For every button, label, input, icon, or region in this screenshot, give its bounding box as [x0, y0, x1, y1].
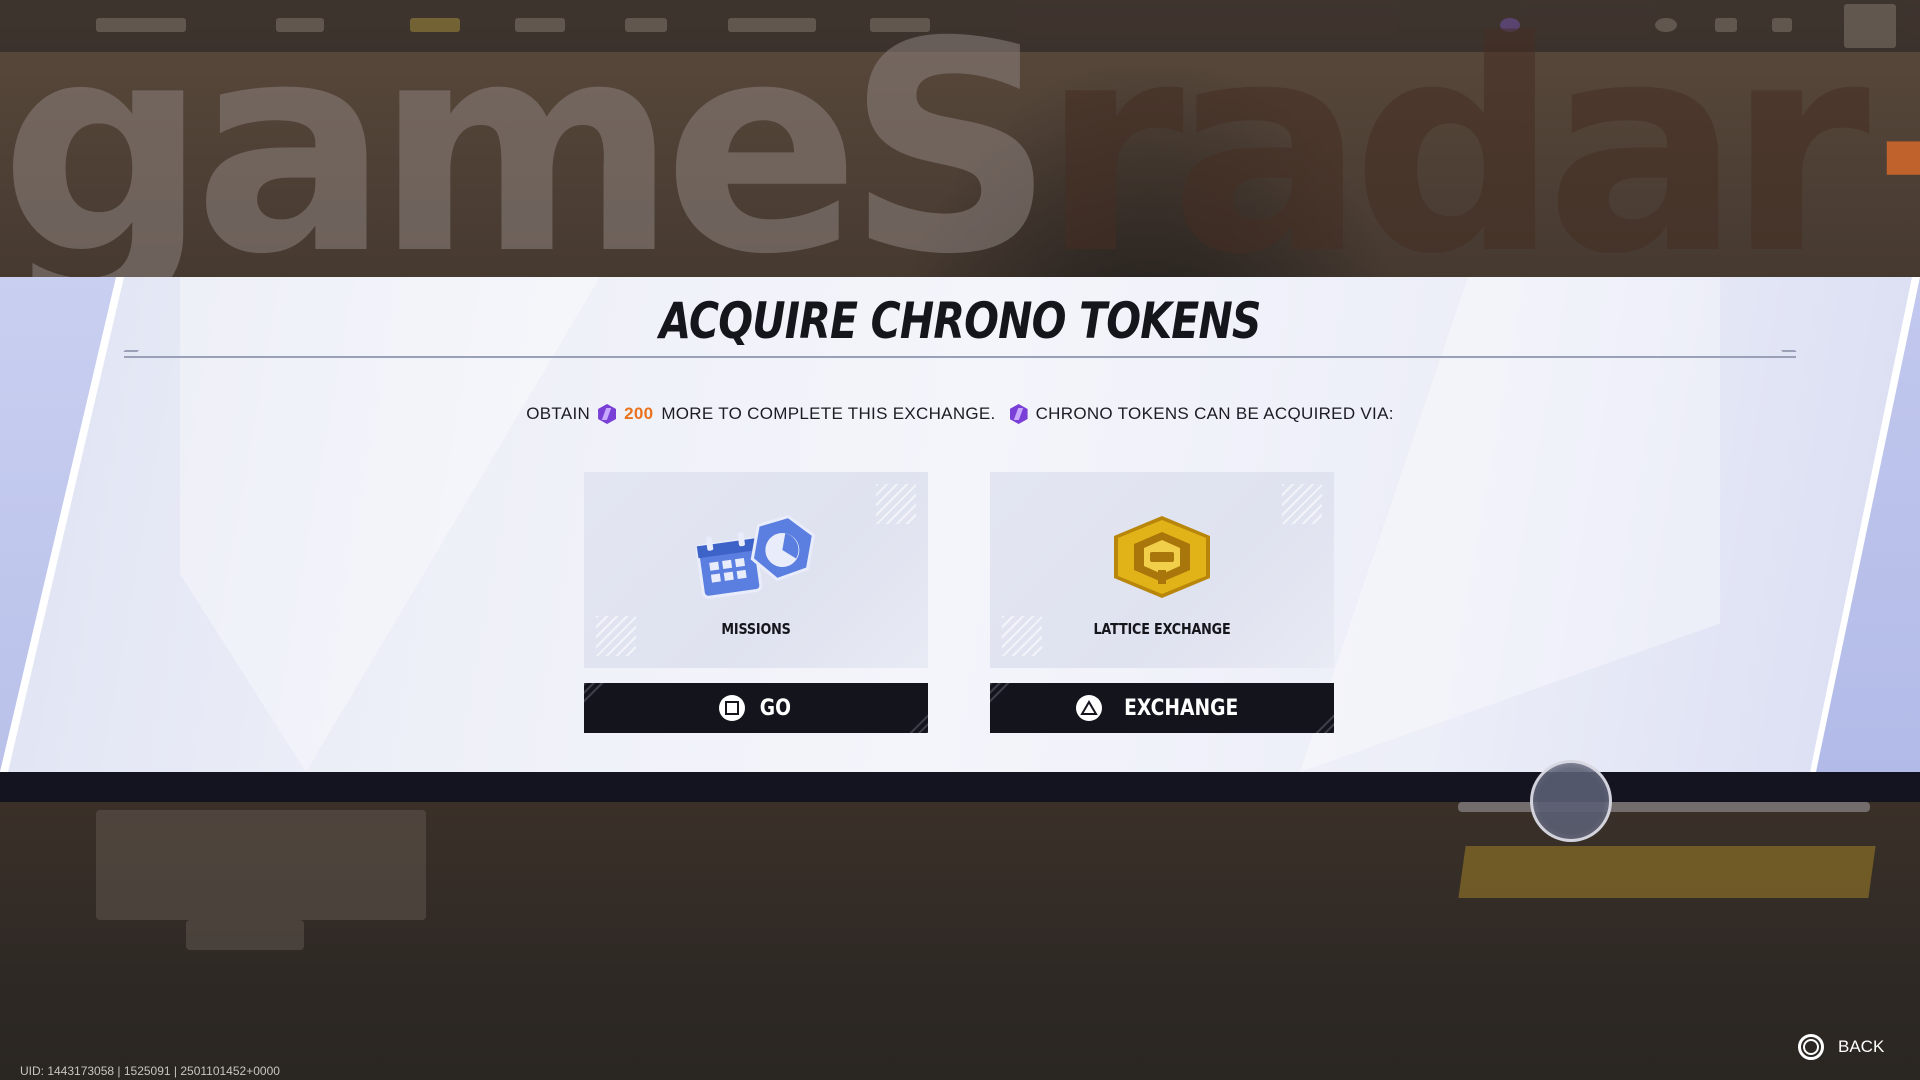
missions-label: MISSIONS [721, 620, 791, 638]
triangle-button-icon [1075, 695, 1102, 721]
circle-button-icon [1798, 1034, 1824, 1060]
exchange-button-label: EXCHANGE [1123, 695, 1239, 721]
square-button-icon [718, 695, 745, 721]
watermark-logo: gameSradar+ [0, 20, 1920, 280]
dialog-title: ACQUIRE CHRONO TOKENS [659, 292, 1261, 350]
missions-icon [695, 514, 816, 599]
cursor-ring [1530, 760, 1612, 842]
title-divider [124, 356, 1796, 358]
info-middle: MORE TO COMPLETE THIS EXCHANGE. [661, 404, 996, 423]
background-purchase-button [1458, 846, 1876, 898]
uid-text: UID: 1443173058 | 1525091 | 2501101452+0… [20, 1064, 280, 1078]
chrono-token-icon [598, 404, 617, 424]
required-amount: 200 [624, 404, 654, 423]
background-bar [1458, 802, 1870, 812]
missions-card[interactable]: MISSIONS [584, 472, 928, 668]
go-button-label: GO [759, 695, 791, 721]
back-button[interactable]: BACK [1798, 1034, 1884, 1060]
dialog-panel [0, 277, 1920, 772]
card-decoration [876, 484, 916, 524]
panel-facet [1300, 277, 1720, 772]
button-decoration [906, 711, 928, 733]
lower-background [0, 802, 1920, 1080]
exchange-button[interactable]: EXCHANGE [990, 683, 1334, 733]
info-prefix: OBTAIN [526, 404, 591, 423]
button-decoration [990, 683, 1012, 705]
dialog-bottom-bar [0, 772, 1920, 802]
lattice-exchange-label: LATTICE EXCHANGE [1093, 620, 1231, 638]
background-card [96, 810, 426, 920]
button-decoration [584, 683, 606, 705]
info-text: OBTAIN 200 MORE TO COMPLETE THIS EXCHANG… [0, 404, 1920, 424]
background-card [186, 920, 304, 950]
button-decoration [1312, 711, 1334, 733]
chrono-token-icon [1009, 404, 1028, 424]
lattice-coin-icon [1114, 516, 1210, 598]
info-suffix: CHRONO TOKENS CAN BE ACQUIRED VIA: [1035, 404, 1394, 423]
panel-facet [180, 277, 600, 772]
back-label: BACK [1838, 1037, 1885, 1056]
card-decoration [1282, 484, 1322, 524]
lattice-exchange-card[interactable]: LATTICE EXCHANGE [990, 472, 1334, 668]
go-button[interactable]: GO [584, 683, 928, 733]
